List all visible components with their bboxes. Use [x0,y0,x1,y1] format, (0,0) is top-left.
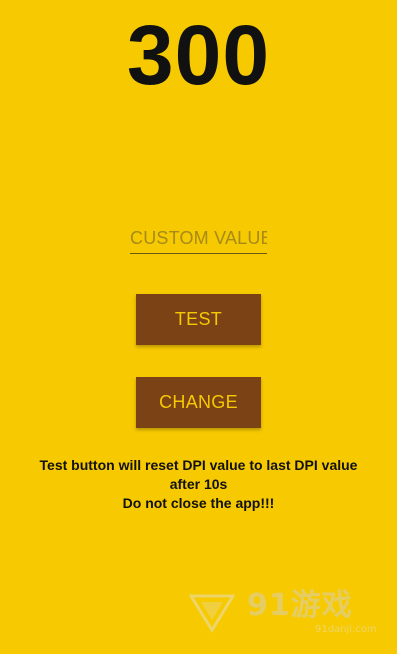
note-line-3: Do not close the app!!! [122,495,275,511]
site-watermark: 91游戏 91danji.com [189,586,389,642]
custom-value-field-wrapper [130,224,267,256]
change-button[interactable]: CHANGE [136,377,261,428]
custom-value-input[interactable] [130,224,267,254]
test-button[interactable]: TEST [136,294,261,345]
instruction-note: Test button will reset DPI value to last… [10,456,387,513]
note-line-2: after 10s [169,476,228,492]
note-line-1: Test button will reset DPI value to last… [39,457,358,473]
watermark-logo-icon [189,594,235,633]
watermark-brand-text: 91游戏 [247,588,353,623]
app-screen: 300 TEST CHANGE Test button will reset D… [0,0,397,654]
dpi-value-display: 300 [126,8,271,102]
watermark-url-text: 91danji.com [315,624,377,635]
